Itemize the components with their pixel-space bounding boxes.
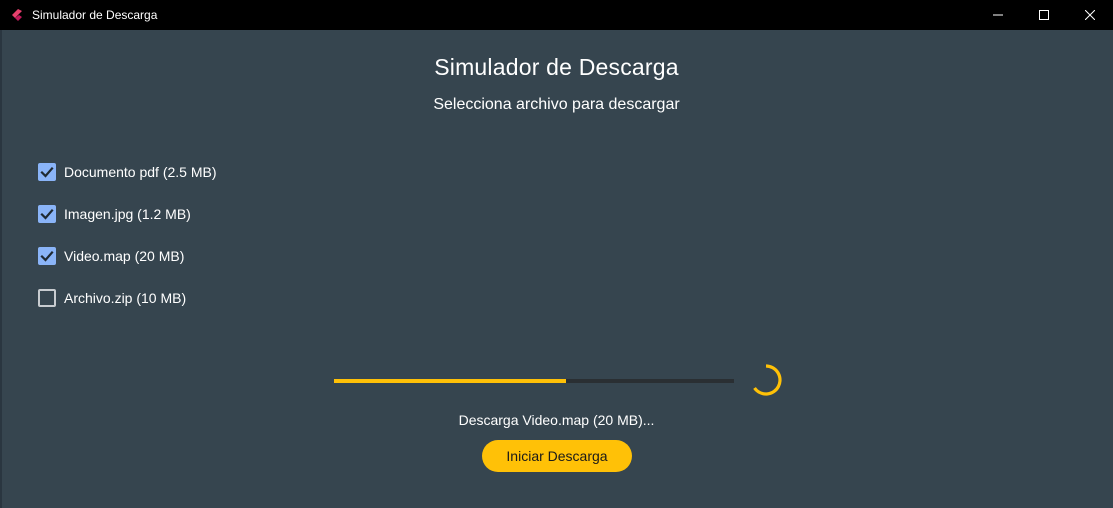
minimize-button[interactable] [975, 0, 1021, 30]
minimize-icon [993, 14, 1003, 16]
download-status: Descarga Video.map (20 MB)... [458, 412, 655, 428]
flutter-icon [10, 8, 24, 22]
checkbox[interactable] [38, 205, 56, 223]
checkbox[interactable] [38, 247, 56, 265]
page-subtitle: Selecciona archivo para descargar [433, 96, 680, 113]
file-item-imagen[interactable]: Imagen.jpg (1.2 MB) [38, 193, 217, 235]
progress-fill [334, 379, 566, 383]
close-button[interactable] [1067, 0, 1113, 30]
close-icon [1085, 10, 1095, 20]
check-icon [40, 208, 54, 220]
download-progress-bar [334, 379, 734, 383]
loading-spinner-icon [753, 364, 782, 396]
file-item-documento[interactable]: Documento pdf (2.5 MB) [38, 151, 217, 193]
file-label: Documento pdf (2.5 MB) [64, 164, 217, 180]
checkbox[interactable] [38, 289, 56, 307]
file-label: Video.map (20 MB) [64, 248, 185, 264]
start-download-button[interactable]: Iniciar Descarga [482, 440, 632, 472]
file-label: Archivo.zip (10 MB) [64, 290, 187, 306]
title-bar: Simulador de Descarga [0, 0, 1113, 30]
file-item-archivo[interactable]: Archivo.zip (10 MB) [38, 277, 217, 319]
check-icon [40, 250, 54, 262]
maximize-icon [1039, 10, 1049, 20]
window-title: Simulador de Descarga [32, 8, 158, 22]
page-title: Simulador de Descarga [434, 54, 679, 80]
window-controls [975, 0, 1113, 30]
file-label: Imagen.jpg (1.2 MB) [64, 206, 191, 222]
file-list: Documento pdf (2.5 MB) Imagen.jpg (1.2 M… [38, 151, 217, 319]
file-item-video[interactable]: Video.map (20 MB) [38, 235, 217, 277]
check-icon [40, 166, 54, 178]
checkbox[interactable] [38, 163, 56, 181]
maximize-button[interactable] [1021, 0, 1067, 30]
